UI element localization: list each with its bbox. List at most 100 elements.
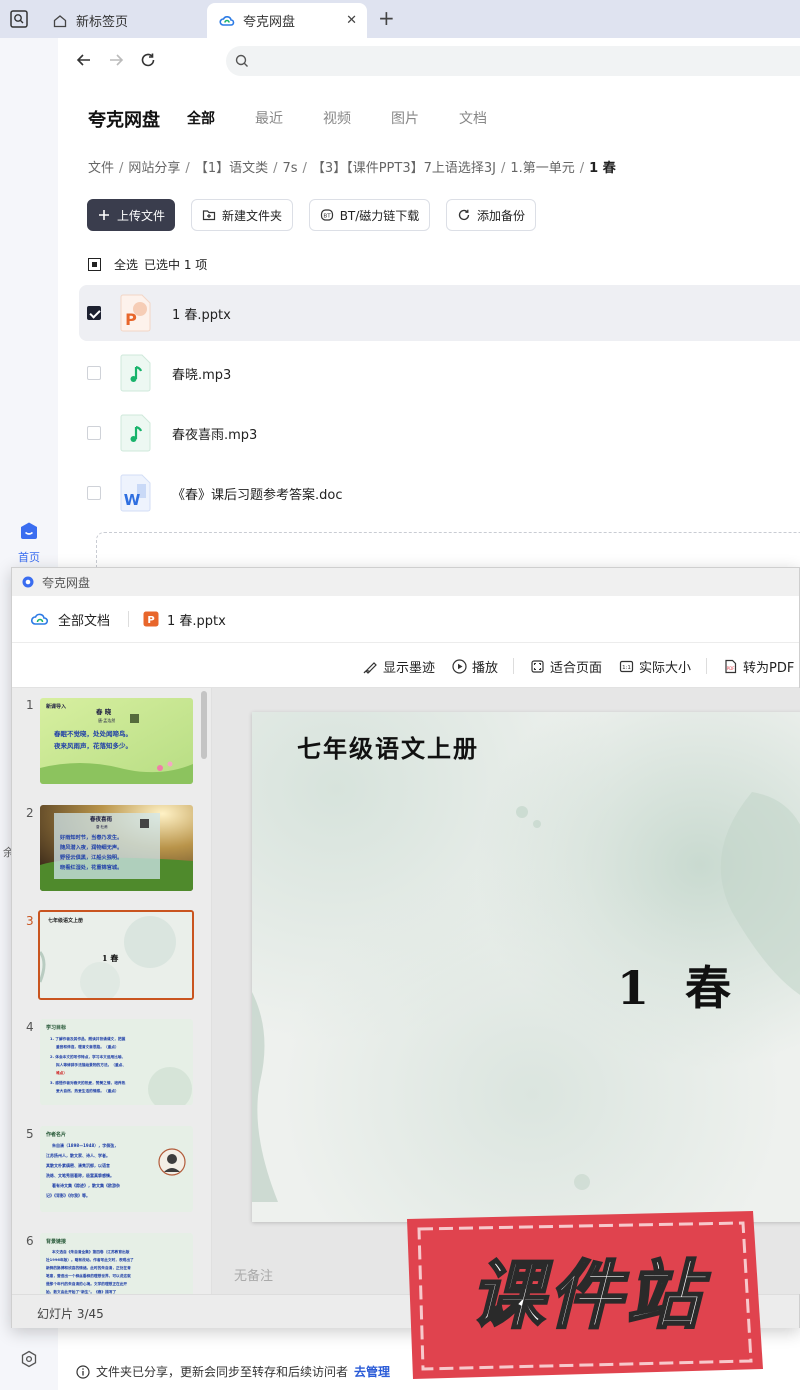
upload-drop-zone[interactable]: [96, 532, 800, 572]
thumb-text: 唐·杜甫: [96, 824, 108, 829]
toolbar-divider: [513, 658, 514, 674]
thumb-text: 重音和停连，理清文章思路。（重点）: [56, 1044, 119, 1049]
slide-thumbnail[interactable]: 新课导入 春 晓 唐·孟浩然 春眠不觉晓，处处闻啼鸟。 夜来风雨声，花落知多少。: [40, 698, 193, 784]
play-button[interactable]: 播放: [452, 657, 498, 676]
thumbnail-scrollbar[interactable]: [201, 691, 207, 759]
all-documents-link[interactable]: 全部文档: [30, 610, 110, 629]
thumb-text: 春眠不觉晓，处处闻啼鸟。: [53, 729, 132, 738]
watermark-stamp-art: 课件站: [407, 1211, 763, 1379]
new-tab-plus-icon[interactable]: +: [378, 8, 395, 28]
file-checkbox[interactable]: [87, 306, 101, 320]
fit-page-button[interactable]: 适合页面: [530, 657, 602, 676]
add-backup-label: 添加备份: [476, 208, 525, 223]
thumb-text: 新鲜的脉搏和欣喜的情绪。此时的朱自清，正处在青: [46, 1265, 131, 1270]
show-ink-label: 显示墨迹: [383, 661, 436, 676]
audio-file-icon: [120, 414, 151, 452]
breadcrumb-item[interactable]: 7s: [282, 161, 297, 176]
upload-file-button[interactable]: 上传文件: [87, 199, 175, 231]
convert-to-pdf-button[interactable]: PDF 转为PDF: [723, 657, 794, 676]
file-row[interactable]: P 1 春.pptx: [79, 285, 800, 341]
breadcrumb-item[interactable]: 【1】语文类: [195, 161, 268, 176]
svg-text:BT: BT: [323, 214, 331, 220]
breadcrumb-item[interactable]: 【3】【课件PPT3】7上语选择3J: [312, 161, 496, 176]
breadcrumb-item[interactable]: 1.第一单元: [510, 161, 574, 176]
thumb-text: 唐·孟浩然: [98, 717, 115, 723]
fit-page-label: 适合页面: [550, 661, 603, 676]
viewer-window-title: 夸克网盘: [42, 575, 91, 590]
viewer-titlebar[interactable]: 夸克网盘: [12, 568, 799, 596]
breadcrumb-separator: /: [579, 161, 585, 176]
tab-image[interactable]: 图片: [391, 108, 459, 128]
tab-quark-drive[interactable]: 夸克网盘 ✕: [207, 3, 367, 38]
back-arrow-icon[interactable]: [73, 49, 95, 71]
breadcrumb-item[interactable]: 文件: [88, 161, 114, 176]
add-backup-button[interactable]: 添加备份: [446, 199, 536, 231]
bt-magnet-download-label: BT/磁力链下载: [339, 208, 420, 223]
home-face-icon: [21, 522, 37, 539]
slide-thumbnail[interactable]: 背景链接 本文选自《朱自清全集》第四卷（江苏教育出版 社1996年版）。略有改动…: [40, 1233, 193, 1294]
slide-thumbnail-current[interactable]: 七年级语文上册 1 春: [38, 910, 194, 1000]
file-name[interactable]: 1 春.pptx: [172, 304, 231, 323]
file-row[interactable]: 春晓.mp3: [79, 345, 800, 401]
forward-arrow-icon[interactable]: [105, 49, 127, 71]
current-slide[interactable]: 七年级语文上册 1 春: [252, 712, 800, 1222]
select-all-row: 全选 已选中 1 项: [88, 256, 207, 273]
tab-recent[interactable]: 最近: [255, 108, 323, 128]
breadcrumb-separator: /: [302, 161, 307, 176]
thumb-text: 夜来风雨声，花落知多少。: [53, 741, 132, 750]
manage-link[interactable]: 去管理: [354, 1363, 390, 1380]
file-checkbox[interactable]: [87, 486, 101, 500]
file-checkbox[interactable]: [87, 426, 101, 440]
pdf-icon: PDF: [725, 659, 737, 674]
tab-panel-icon[interactable]: [8, 8, 30, 30]
breadcrumb-separator: /: [273, 161, 278, 176]
file-row[interactable]: 春夜喜雨.mp3: [79, 405, 800, 461]
thumb-text: 学习目标: [46, 1024, 66, 1031]
new-folder-button[interactable]: 新建文件夹: [191, 199, 293, 231]
tab-new-tab[interactable]: 新标签页: [40, 3, 205, 38]
file-name[interactable]: 《春》课后习题参考答案.doc: [172, 484, 343, 503]
pptx-file-icon: P: [120, 294, 151, 332]
category-tabs: 全部 最近 视频 图片 文档: [187, 108, 527, 128]
file-row[interactable]: W 《春》课后习题参考答案.doc: [79, 465, 800, 521]
breadcrumb-current: 1 春: [589, 161, 616, 176]
thumbnail-art: 学习目标 1. 了解作者及其作品，朗读并背诵课文，把握 重音和停连，理清文章思路…: [40, 1019, 193, 1105]
show-ink-button[interactable]: 显示墨迹: [363, 657, 435, 676]
file-name[interactable]: 春晓.mp3: [172, 364, 231, 383]
thumb-text: 朱自清（1898—1948），字佩弦，: [52, 1142, 118, 1148]
select-all-label[interactable]: 全选: [114, 256, 138, 273]
tab-video[interactable]: 视频: [323, 108, 391, 128]
slide-thumbnail[interactable]: 春夜喜雨 唐·杜甫 好雨知时节，当春乃发生。 随风潜入夜，润物细无声。 野径云俱…: [40, 805, 193, 891]
thumb-text: 是那个年代的朱自清的心境。文学的理想正在此开: [45, 1281, 127, 1286]
slide-thumbnail[interactable]: 学习目标 1. 了解作者及其作品，朗读并背诵课文，把握 重音和停连，理清文章思路…: [40, 1019, 193, 1105]
thumb-text: 江苏扬州人，散文家、诗人、学者。: [46, 1152, 110, 1158]
actual-size-button[interactable]: 1:1 实际大小: [619, 657, 691, 676]
tab-all[interactable]: 全部: [187, 108, 255, 128]
slide-thumbnail[interactable]: 作者名片 朱自清（1898—1948），字佩弦， 江苏扬州人，散文家、诗人、学者…: [40, 1126, 193, 1212]
select-all-checkbox[interactable]: [88, 258, 101, 271]
plus-icon: [98, 210, 109, 220]
toolbar-divider: [706, 658, 707, 674]
breadcrumb-item[interactable]: 网站分享: [128, 161, 180, 176]
play-label: 播放: [472, 661, 499, 676]
tab-document[interactable]: 文档: [459, 108, 527, 128]
quark-app-icon: [22, 576, 34, 588]
bt-magnet-download-button[interactable]: BT BT/磁力链下载: [309, 199, 430, 231]
actual-size-icon: 1:1: [619, 660, 634, 673]
svg-text:1:1: 1:1: [622, 665, 631, 671]
breadcrumb-separator: /: [500, 161, 506, 176]
thumbnail-art: 春夜喜雨 唐·杜甫 好雨知时节，当春乃发生。 随风潜入夜，润物细无声。 野径云俱…: [40, 805, 193, 891]
selected-count-text: 已选中 1 项: [144, 258, 208, 272]
address-input[interactable]: [226, 46, 800, 76]
file-name[interactable]: 春夜喜雨.mp3: [172, 424, 257, 443]
fit-page-icon: [531, 660, 544, 673]
current-file-title: P 1 春.pptx: [143, 610, 226, 629]
reload-icon[interactable]: [137, 49, 159, 71]
word-file-icon: W: [120, 474, 151, 512]
settings-gear-icon[interactable]: [20, 1350, 38, 1368]
thumbnail-number: 1: [26, 698, 34, 712]
file-checkbox[interactable]: [87, 366, 101, 380]
address-bar-row: [58, 38, 800, 84]
sidebar-item-home[interactable]: 首页: [10, 521, 48, 565]
close-icon[interactable]: ✕: [346, 13, 357, 28]
